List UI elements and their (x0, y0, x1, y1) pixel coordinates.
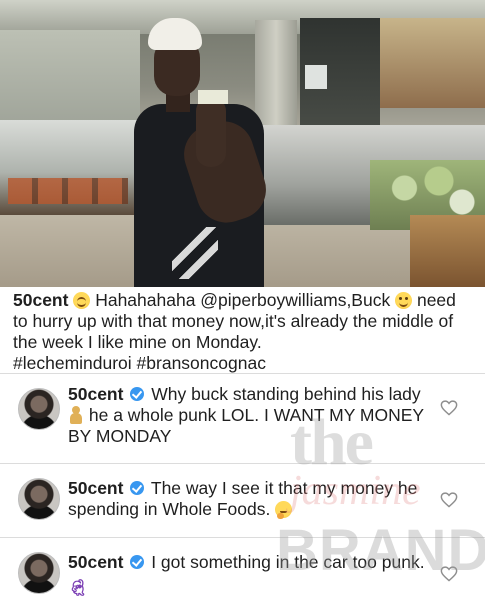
verified-badge-icon (130, 481, 145, 495)
caption-text-1: Hahahahaha @piperboywilliams,Buck (95, 290, 391, 310)
photo-wall-right (380, 18, 485, 108)
divider (0, 463, 485, 464)
avatar[interactable] (18, 388, 60, 430)
heart-icon[interactable] (440, 400, 458, 416)
heart-icon[interactable] (440, 566, 458, 582)
photo-person (120, 12, 290, 287)
thinking-emoji-icon (275, 501, 293, 519)
caption-hashtags[interactable]: #lecheminduroi #bransoncognac (13, 353, 475, 374)
verified-badge-icon (130, 387, 145, 401)
comment-username[interactable]: 50cent (68, 552, 123, 572)
shirt-print (172, 227, 218, 279)
comment-username[interactable]: 50cent (68, 478, 123, 498)
woman-emoji-icon (68, 406, 84, 424)
post-photo[interactable] (0, 0, 485, 287)
comment-text: 50cent I got something in the car too pu… (68, 552, 438, 598)
photo-case-labels (8, 178, 128, 204)
comment-text: 50cent Why buck standing behind his lady… (68, 384, 438, 447)
caption-username[interactable]: 50cent (13, 290, 68, 310)
comment-body-a: Why buck standing behind his lady (151, 384, 421, 404)
photo-shelf (410, 215, 485, 287)
man-dancing-emoji-icon: 🕺︎ (68, 580, 89, 597)
person-cap (148, 18, 202, 50)
verified-badge-icon (130, 555, 145, 569)
avatar[interactable] (18, 478, 60, 520)
grinning-squint-emoji-icon (73, 292, 91, 309)
grimacing-emoji-icon (395, 292, 413, 309)
comment-username[interactable]: 50cent (68, 384, 123, 404)
comment-text: 50cent The way I see it that my money he… (68, 478, 438, 520)
post-caption: 50cent Hahahahaha @piperboywilliams,Buck… (13, 290, 475, 374)
person-forearm (196, 97, 226, 167)
heart-icon[interactable] (440, 492, 458, 508)
divider (0, 537, 485, 538)
cash-in-hand (198, 90, 228, 104)
comment-body-b: he a whole punk LOL. I WANT MY MONEY BY … (68, 405, 424, 446)
photo-sign (305, 65, 327, 89)
comment-body-a: I got something in the car too punk. (151, 552, 425, 572)
avatar[interactable] (18, 552, 60, 594)
divider (0, 373, 485, 374)
